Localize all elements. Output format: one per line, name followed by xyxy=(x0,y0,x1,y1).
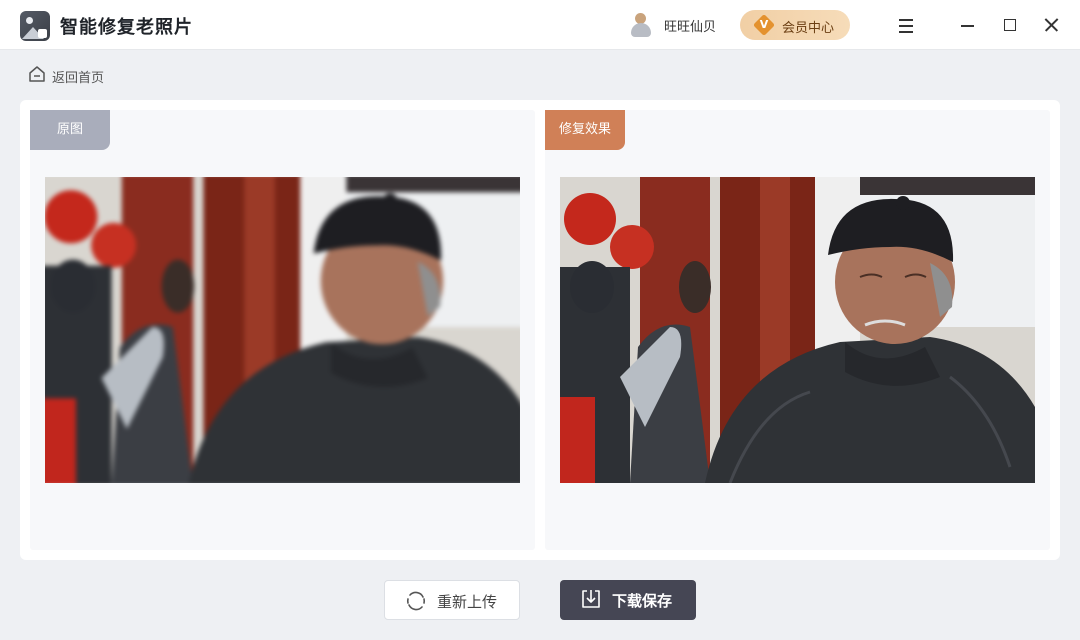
user-avatar-icon[interactable] xyxy=(628,11,654,39)
close-icon[interactable] xyxy=(1037,10,1067,40)
reupload-button[interactable]: 重新上传 xyxy=(384,580,520,620)
home-icon xyxy=(29,66,45,82)
vip-center-label: 会员中心 xyxy=(782,21,835,36)
photo-restore-logo-icon xyxy=(20,11,50,41)
app-title: 智能修复老照片 xyxy=(60,17,193,38)
original-badge: 原图 xyxy=(30,110,110,150)
original-photo xyxy=(45,177,520,483)
restored-photo xyxy=(560,177,1035,483)
original-pane: 原图 xyxy=(30,110,535,550)
refresh-icon xyxy=(406,591,426,611)
vip-letter: V xyxy=(759,18,769,31)
reupload-label: 重新上传 xyxy=(437,593,498,611)
maximize-icon[interactable] xyxy=(995,10,1025,40)
vip-center-button[interactable]: V 会员中心 xyxy=(740,10,850,40)
back-home-label: 返回首页 xyxy=(52,71,105,86)
title-bar: 智能修复老照片 旺旺仙贝 V 会员中心 xyxy=(0,0,1080,50)
menu-icon[interactable] xyxy=(891,10,921,40)
save-button[interactable]: 下载保存 xyxy=(560,580,696,620)
compare-panel: 原图 修复效果 xyxy=(20,100,1060,560)
minimize-icon[interactable] xyxy=(953,10,983,40)
save-label: 下载保存 xyxy=(612,592,673,610)
restored-pane: 修复效果 xyxy=(545,110,1050,550)
download-icon xyxy=(582,590,600,608)
user-name[interactable]: 旺旺仙贝 xyxy=(664,16,716,35)
restored-badge: 修复效果 xyxy=(545,110,625,150)
